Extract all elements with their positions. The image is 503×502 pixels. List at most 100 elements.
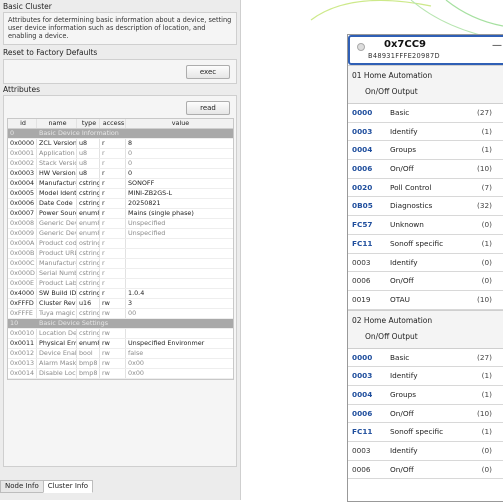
cluster-item[interactable]: 0020 Poll Control (7) bbox=[348, 179, 503, 198]
column-header-type[interactable]: type bbox=[77, 119, 100, 128]
cluster-item[interactable]: 0003 Identify (1) bbox=[348, 123, 503, 142]
table-row[interactable]: 0x0004Manufacturer N...cstringrSONOFF bbox=[8, 179, 233, 189]
column-header-id[interactable]: id bbox=[8, 119, 37, 128]
cell-value bbox=[126, 249, 233, 258]
attribute-group-row[interactable]: 0 Basic Device Information bbox=[8, 129, 233, 139]
endpoint-header[interactable]: 02 Home Automation On/Off Output bbox=[348, 309, 503, 349]
cluster-id: 0B05 bbox=[352, 201, 373, 211]
cluster-item[interactable]: 0003 Identify (0) bbox=[348, 442, 503, 461]
cell-type: enum8 bbox=[79, 219, 100, 228]
table-row[interactable]: 0x000A Product code ostring r bbox=[8, 239, 233, 249]
cluster-item[interactable]: FC11 Sonoff specific (1) bbox=[348, 423, 503, 442]
cluster-item[interactable]: 0006 On/Off (0) bbox=[348, 272, 503, 291]
table-row[interactable]: 0xFFFETuya magic spel...cstringrw00 bbox=[8, 309, 233, 319]
cell-access: r bbox=[100, 269, 126, 278]
table-row[interactable]: 0x0010Location Descri...cstringrw bbox=[8, 329, 233, 339]
column-header-value[interactable]: value bbox=[126, 119, 233, 128]
cluster-id: 0003 bbox=[352, 257, 371, 267]
cluster-item[interactable]: 0000 Basic (27) bbox=[348, 104, 503, 123]
node-view-canvas[interactable]: 0x7CC9 B48931FFFE20987D — 01 Home Automa… bbox=[241, 0, 503, 502]
table-row[interactable]: 0x0014Disable Local C...bmp8rw0x00 bbox=[8, 369, 233, 379]
cell-id: 0x0009 bbox=[8, 229, 37, 238]
cell-name: Tuya magic spel... bbox=[39, 309, 77, 318]
cluster-id: 0006 bbox=[352, 164, 373, 174]
cluster-item[interactable]: 0003 Identify (0) bbox=[348, 254, 503, 273]
cell-access: r bbox=[100, 279, 126, 288]
cell-access: rw bbox=[100, 349, 126, 358]
cell-type: bmp8 bbox=[77, 359, 100, 368]
attribute-group-row[interactable]: 10 Basic Device Settings bbox=[8, 319, 233, 329]
cell-value bbox=[126, 329, 233, 338]
cell-access: r bbox=[100, 189, 126, 198]
cluster-item[interactable]: 0000 Basic (27) bbox=[348, 349, 503, 368]
cluster-attribute-count: (27) bbox=[477, 108, 492, 117]
reset-section-title: Reset to Factory Defaults bbox=[3, 48, 98, 57]
table-row[interactable]: 0x0000 ZCL Version u8 r 8 bbox=[8, 139, 233, 149]
column-header-access[interactable]: access bbox=[100, 119, 126, 128]
table-row[interactable]: 0x000DSerial Numbercstringr bbox=[8, 269, 233, 279]
cell-type: u8 bbox=[77, 139, 100, 148]
cluster-attribute-count: (32) bbox=[477, 201, 492, 211]
cell-type: u8 bbox=[77, 169, 100, 178]
table-row[interactable]: 0x000B Product URL cstring r bbox=[8, 249, 233, 259]
table-row[interactable]: 0x0011Physical Environ...enum8rwUnspecif… bbox=[8, 339, 233, 349]
exec-button[interactable]: exec bbox=[186, 65, 230, 79]
cell-value: Unspecified Environmer bbox=[128, 339, 205, 347]
cell-type: bool bbox=[77, 349, 100, 358]
attributes-table: id name type access value 0 Basic Device … bbox=[7, 118, 234, 380]
cluster-item[interactable]: 0003 Identify (1) bbox=[348, 367, 503, 386]
device-node[interactable]: 0x7CC9 B48931FFFE20987D — 01 Home Automa… bbox=[347, 34, 503, 502]
tab-cluster-info[interactable]: Cluster Info bbox=[42, 480, 94, 493]
table-row[interactable]: 0x0008Generic Device ...enum8rUnspecifie… bbox=[8, 219, 233, 229]
tab-node-info[interactable]: Node Info bbox=[0, 480, 44, 493]
cluster-item[interactable]: 0006 On/Off (0) bbox=[348, 461, 503, 480]
cell-name: Device Enabled bbox=[37, 349, 77, 358]
cell-name: Product code bbox=[39, 239, 77, 248]
table-row[interactable]: 0x0002Stack Versionu8r0 bbox=[8, 159, 233, 169]
table-row[interactable]: 0x0012Device Enabledboolrwfalse bbox=[8, 349, 233, 359]
cluster-item[interactable]: 0019 OTAU (10) bbox=[348, 291, 503, 310]
cell-value: 0x00 bbox=[128, 369, 144, 377]
cluster-id: 0006 bbox=[352, 276, 371, 286]
table-row[interactable]: 0x0009Generic Device ...enum8rUnspecifie… bbox=[8, 229, 233, 239]
cluster-item[interactable]: 0004 Groups (1) bbox=[348, 141, 503, 161]
node-header[interactable]: 0x7CC9 B48931FFFE20987D — bbox=[348, 35, 503, 65]
table-row[interactable]: 0x000CManufacturer V...cstringr bbox=[8, 259, 233, 269]
table-row[interactable]: 0x0006 Date Code cstring r 20250821 bbox=[8, 199, 233, 209]
table-row[interactable]: 0x0001Application Vers...u8r0 bbox=[8, 149, 233, 159]
cluster-id: 0004 bbox=[352, 389, 373, 399]
cell-name: Product URL bbox=[39, 249, 77, 258]
cell-access: r bbox=[100, 139, 126, 148]
cluster-item[interactable]: FC57 Unknown (0) bbox=[348, 216, 503, 235]
cell-value: 20250821 bbox=[128, 199, 161, 207]
table-row[interactable]: 0x4000 SW Build ID cstring r 1.0.4 bbox=[8, 289, 233, 299]
table-row[interactable]: 0x0007Power Sourceenum8rMains (single ph… bbox=[8, 209, 233, 219]
cluster-item[interactable]: FC11 Sonoff specific (1) bbox=[348, 235, 503, 254]
cluster-item[interactable]: 0006 On/Off (10) bbox=[348, 405, 503, 424]
cell-value bbox=[126, 259, 233, 268]
table-row[interactable]: 0x000EProduct Labelcstringr bbox=[8, 279, 233, 289]
cluster-item[interactable]: 0006 On/Off (10) bbox=[348, 160, 503, 179]
cluster-item[interactable]: 0B05 Diagnostics (32) bbox=[348, 197, 503, 217]
table-row[interactable]: 0x0013 Alarm Mask bmp8 rw 0x00 bbox=[8, 359, 233, 369]
table-row[interactable]: 0x0003 HW Version u8 r 0 bbox=[8, 169, 233, 179]
cell-value bbox=[126, 239, 233, 248]
cluster-attribute-count: (1) bbox=[481, 389, 492, 399]
endpoint-header[interactable]: 01 Home Automation On/Off Output bbox=[348, 65, 503, 104]
cell-value: 8 bbox=[128, 139, 133, 147]
cell-type: u16 bbox=[77, 299, 100, 308]
cluster-id: 0006 bbox=[352, 464, 371, 474]
table-row[interactable]: 0x0005Model IdentifiercstringrMINI-ZB2GS… bbox=[8, 189, 233, 199]
cell-value: 3 bbox=[128, 299, 133, 307]
cell-access: r bbox=[100, 239, 126, 248]
cell-id: 0x0014 bbox=[8, 369, 37, 378]
read-button[interactable]: read bbox=[186, 101, 230, 115]
cluster-item[interactable]: 0004 Groups (1) bbox=[348, 386, 503, 405]
bottom-tabs: Node Info Cluster Info bbox=[0, 480, 94, 493]
column-header-name[interactable]: name bbox=[37, 119, 77, 128]
cluster-attribute-count: (1) bbox=[481, 145, 492, 155]
table-row[interactable]: 0xFFFDCluster Revisionu16rw3 bbox=[8, 299, 233, 309]
cell-name: Stack Version bbox=[37, 159, 77, 168]
collapse-icon[interactable]: — bbox=[492, 40, 502, 51]
cell-id: 0x0000 bbox=[8, 139, 37, 148]
